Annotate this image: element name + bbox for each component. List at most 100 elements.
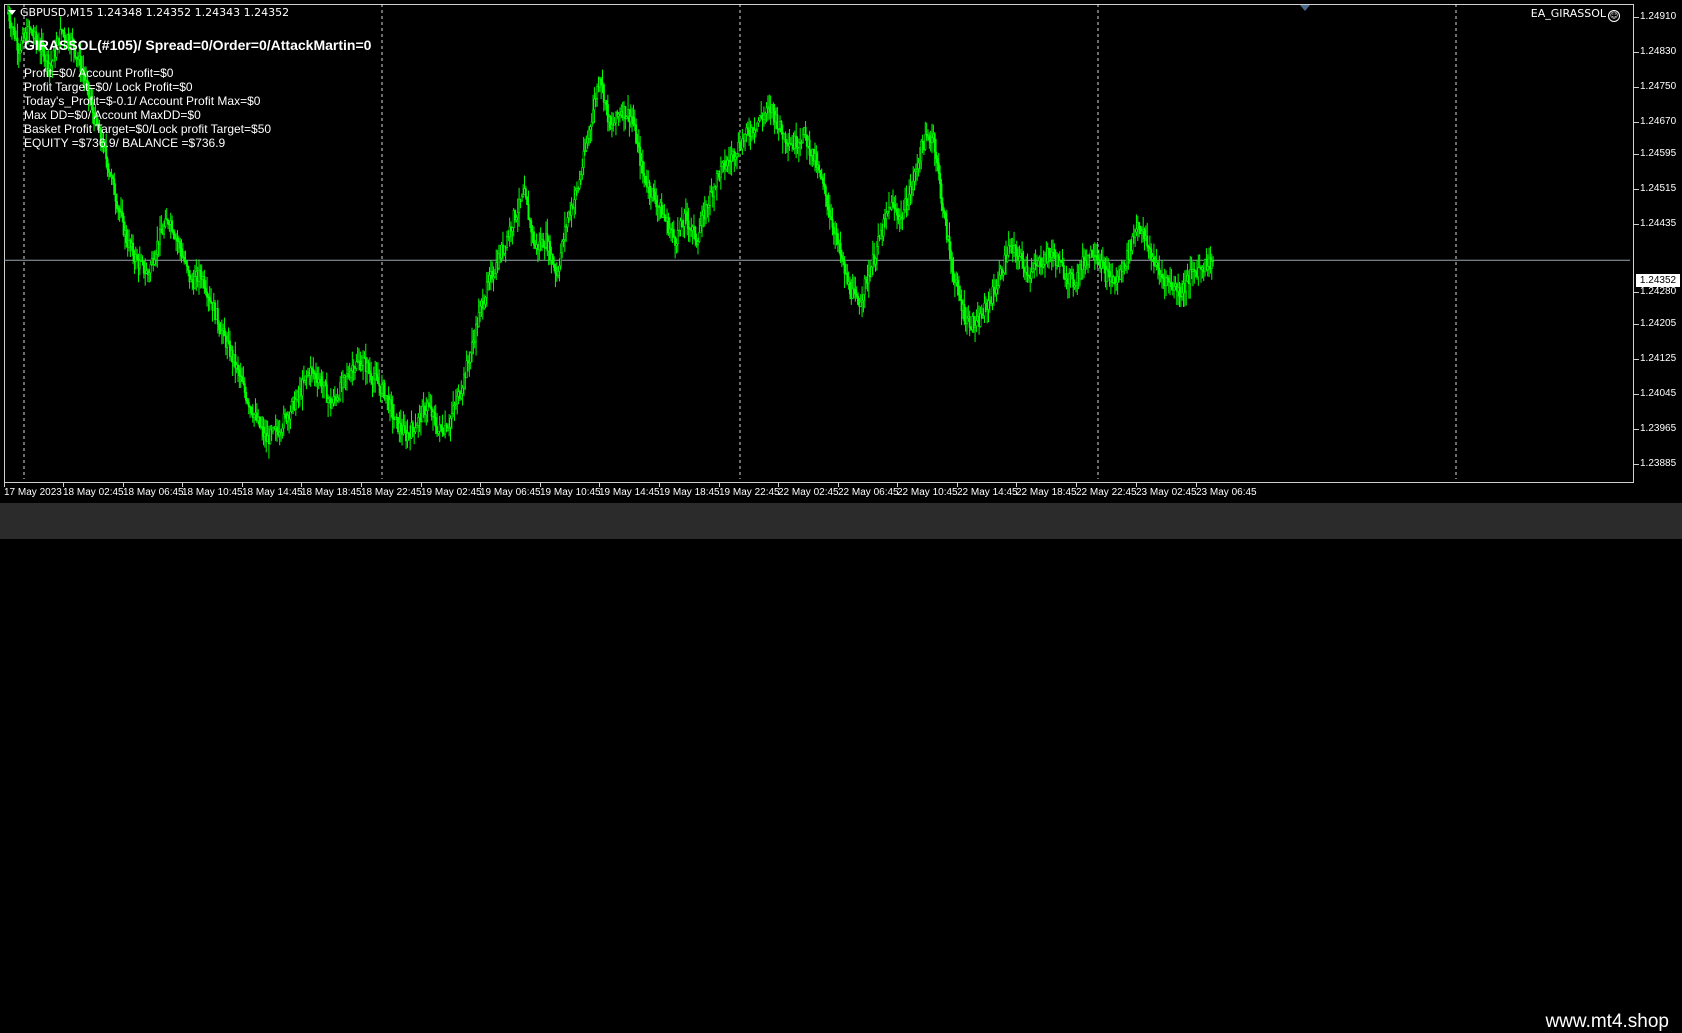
candle — [561, 239, 564, 259]
candle — [861, 286, 864, 318]
candle — [465, 350, 468, 379]
candle — [310, 365, 313, 383]
candle — [462, 367, 465, 396]
candle — [241, 367, 244, 383]
candle — [208, 286, 211, 311]
candle — [635, 118, 638, 145]
candle — [965, 307, 968, 335]
candle — [452, 391, 455, 418]
candle — [733, 148, 736, 172]
candle — [333, 386, 336, 407]
candle — [1013, 231, 1016, 258]
candle — [207, 293, 210, 312]
candle — [1022, 250, 1025, 278]
candle — [115, 193, 118, 213]
candle — [421, 399, 424, 423]
candle — [1029, 267, 1032, 293]
watermark: www.mt4.shop — [1545, 1011, 1669, 1032]
candle — [180, 239, 183, 263]
smiley-icon[interactable]: ☺ — [1608, 10, 1620, 22]
info-line: Profit Target=$0/ Lock Profit=$0 — [24, 80, 193, 94]
price-tick-label: 1.24515 — [1640, 183, 1677, 195]
candle — [181, 242, 184, 259]
info-line: EQUITY =$736.9/ BALANCE =$736.9 — [24, 136, 226, 150]
candle — [1140, 226, 1143, 244]
candle — [1048, 247, 1051, 269]
price-tick-mark — [1634, 86, 1639, 88]
price-tick-label: 1.24435 — [1640, 218, 1677, 230]
candle — [578, 170, 581, 191]
candle — [393, 403, 396, 429]
candle — [234, 341, 237, 383]
candle — [897, 207, 900, 225]
candle — [744, 133, 747, 152]
candle — [851, 273, 854, 299]
price-tick-mark — [1634, 324, 1639, 326]
candle — [741, 129, 744, 155]
candle — [1116, 270, 1119, 295]
candle — [593, 87, 596, 124]
candle — [754, 128, 757, 138]
candle — [1033, 253, 1036, 279]
chart-shift-marker-icon[interactable] — [1300, 5, 1310, 11]
candle — [438, 415, 441, 443]
candle — [304, 375, 307, 386]
candle — [914, 163, 917, 186]
chevron-down-icon[interactable] — [8, 10, 16, 15]
candle — [175, 233, 178, 252]
candle — [372, 366, 375, 393]
candle — [388, 394, 391, 422]
candle — [107, 163, 110, 181]
price-tick-label: 1.23885 — [1640, 457, 1677, 469]
candle — [867, 260, 870, 298]
candle — [1178, 281, 1181, 308]
ea-name: EA_GIRASSOL — [1530, 7, 1606, 20]
candle — [968, 310, 971, 337]
price-tick-label: 1.24750 — [1640, 80, 1677, 92]
info-line: Max DD=$0/ Account MaxDD=$0 — [24, 108, 201, 122]
candle — [874, 256, 877, 272]
info-line: Today's_Profit=$-0.1/ Account Profit Max… — [24, 94, 261, 108]
candle — [427, 391, 430, 408]
candle — [176, 230, 179, 255]
candle — [1096, 242, 1099, 268]
candle — [1050, 239, 1053, 271]
candle — [963, 289, 966, 326]
candle — [787, 133, 790, 162]
price-tick-label: 1.24830 — [1640, 45, 1677, 57]
candle — [672, 220, 675, 239]
candle — [843, 256, 846, 289]
candle — [1158, 255, 1161, 285]
candle — [935, 138, 938, 172]
candle — [1064, 272, 1067, 288]
price-tick-label: 1.23965 — [1640, 422, 1677, 434]
candle — [117, 204, 120, 221]
candle — [356, 347, 359, 364]
candle — [974, 315, 977, 343]
candle — [723, 149, 726, 181]
candle — [339, 375, 342, 402]
candle — [1190, 256, 1193, 280]
candle — [752, 126, 755, 140]
candle — [399, 409, 402, 443]
price-tick-mark — [1634, 291, 1639, 293]
candle — [106, 156, 109, 177]
candle — [815, 145, 818, 173]
candle — [527, 190, 530, 220]
candle — [31, 28, 34, 36]
candle — [760, 101, 763, 120]
candle — [822, 173, 825, 190]
candle — [972, 311, 975, 334]
candle — [589, 124, 592, 144]
candle — [670, 223, 673, 242]
candle — [680, 207, 683, 228]
candle — [585, 135, 588, 153]
candle — [668, 216, 671, 239]
candle — [1018, 245, 1021, 269]
candle — [242, 366, 245, 386]
price-tick-mark — [1634, 394, 1639, 396]
candle — [606, 94, 609, 132]
candle — [1007, 231, 1010, 258]
candle — [808, 130, 811, 165]
price-chart[interactable] — [4, 4, 1630, 479]
